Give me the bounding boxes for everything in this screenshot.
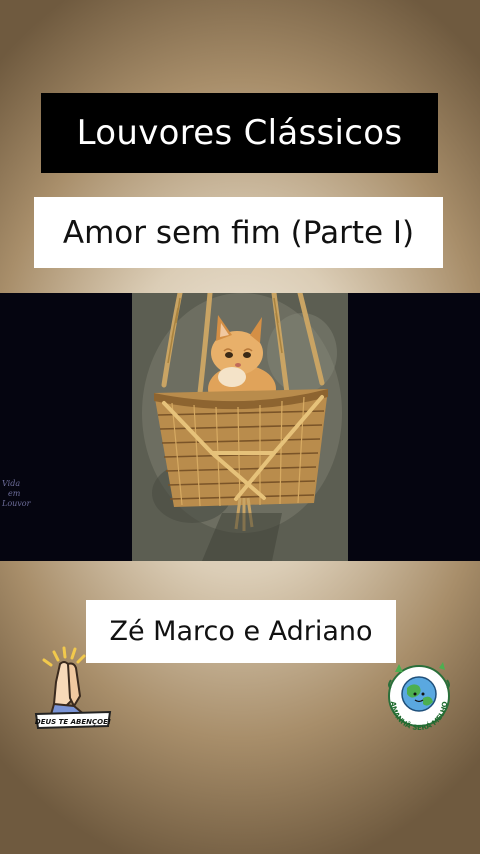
globe-icon: O AMANHÃ SERÁ MELHOR! — [374, 652, 450, 732]
channel-watermark: Vida em Louvor — [2, 479, 31, 508]
kitten-in-basket-illustration — [132, 293, 348, 561]
video-player[interactable]: Vida em Louvor — [0, 293, 480, 561]
song-title: Amor sem fim (Parte I) — [62, 214, 415, 251]
kitten-basket-image — [132, 293, 348, 561]
deus-te-abencoe-sticker: DEUS TE ABENÇOE! — [34, 646, 112, 730]
praying-hands-icon: DEUS TE ABENÇOE! — [34, 646, 112, 730]
artist-banner: Zé Marco e Adriano — [86, 600, 396, 663]
artist-name: Zé Marco e Adriano — [109, 616, 373, 647]
page-title: Louvores Clássicos — [76, 113, 403, 153]
o-amanha-sera-melhor-sticker: O AMANHÃ SERÁ MELHOR! — [374, 652, 462, 736]
svg-text:DEUS TE ABENÇOE!: DEUS TE ABENÇOE! — [35, 718, 111, 726]
song-title-banner: Amor sem fim (Parte I) — [34, 197, 443, 268]
title-banner: Louvores Clássicos — [41, 93, 438, 173]
